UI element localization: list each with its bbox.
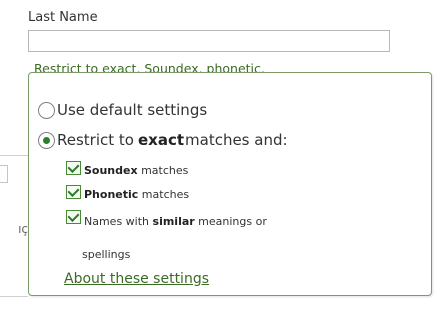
radio-option-default[interactable]: Use default settings: [38, 101, 207, 119]
checkbox-phonetic[interactable]: [66, 185, 81, 199]
checkbox-similar-label-wrap: spellings: [82, 248, 131, 261]
radio-restrict-label-prefix: Restrict to: [57, 131, 134, 149]
last-name-input[interactable]: [28, 30, 390, 52]
about-settings-link[interactable]: About these settings: [64, 271, 209, 287]
checkbox-option-soundex[interactable]: Soundex matches: [66, 161, 188, 177]
checkbox-similar-label-suffix: meanings or: [194, 215, 267, 228]
checkbox-option-phonetic[interactable]: Phonetic matches: [66, 185, 189, 201]
radio-restrict-label-suffix: matches and:: [185, 131, 288, 149]
last-name-label: Last Name: [28, 10, 98, 25]
checkbox-phonetic-label: Phonetic matches: [84, 188, 189, 201]
checkbox-similar-label-prefix: Names with: [84, 215, 153, 228]
background-divider-bottom: [0, 296, 28, 297]
checkbox-soundex-label-bold: Soundex: [84, 164, 138, 177]
checkbox-phonetic-label-bold: Phonetic: [84, 188, 139, 201]
checkbox-similar[interactable]: [66, 210, 81, 224]
checkbox-soundex[interactable]: [66, 161, 81, 175]
radio-restrict-label-bold: exact: [137, 131, 185, 149]
checkbox-soundex-label: Soundex matches: [84, 164, 188, 177]
background-input-edge: [0, 165, 8, 183]
checkbox-soundex-label-rest: matches: [137, 164, 189, 177]
radio-restrict-button[interactable]: [38, 131, 55, 149]
radio-default-button[interactable]: [38, 101, 55, 119]
checkbox-similar-label-bold: similar: [152, 215, 195, 228]
checkbox-option-similar[interactable]: Names with similar meanings or: [66, 210, 267, 228]
radio-option-restrict[interactable]: Restrict to exact matches and:: [38, 131, 288, 149]
checkbox-similar-label: Names with similar meanings or: [84, 215, 267, 228]
background-divider: [0, 155, 28, 156]
radio-default-label: Use default settings: [57, 101, 208, 119]
checkbox-phonetic-label-rest: matches: [138, 188, 190, 201]
background-text-fragment: ıç: [18, 222, 28, 236]
